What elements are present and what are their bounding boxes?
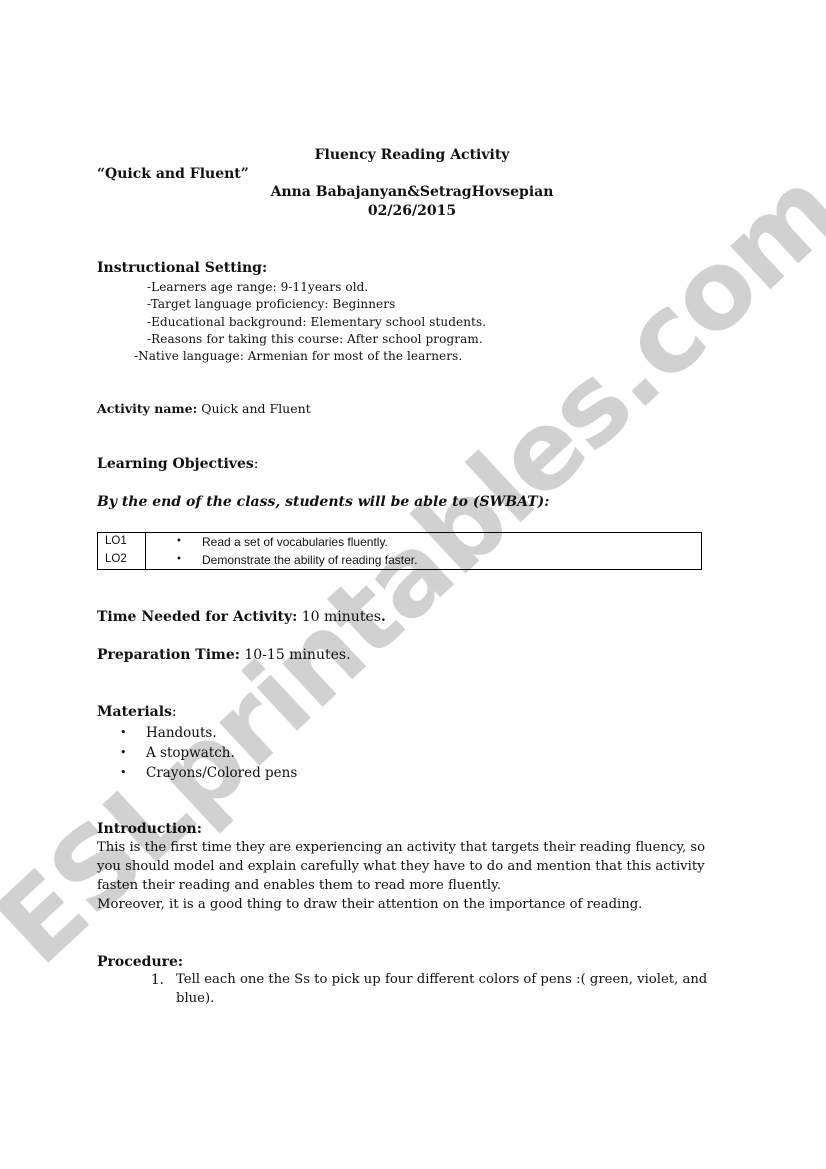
document-page: ESLprintables.com Fluency Reading Activi… bbox=[0, 0, 826, 1169]
bullet-icon: • bbox=[176, 554, 182, 565]
materials-heading-line: Materials: bbox=[97, 704, 177, 720]
activity-name-label: Activity name: bbox=[97, 401, 198, 416]
introduction-line: you should model and explain carefully w… bbox=[97, 859, 705, 874]
preparation-time-value: 10-15 minutes. bbox=[239, 647, 351, 663]
setting-item-age: -Learners age range: 9-11years old. bbox=[147, 280, 369, 294]
bullet-icon: • bbox=[120, 766, 127, 779]
bullet-icon: • bbox=[120, 726, 127, 739]
objective-code-lo1: LO1 bbox=[105, 535, 127, 547]
document-authors: Anna Babajanyan&SetragHovsepian bbox=[270, 184, 554, 200]
procedure-heading: Procedure: bbox=[97, 954, 184, 970]
document-subtitle: “Quick and Fluent” bbox=[97, 166, 249, 182]
introduction-line: This is the first time they are experien… bbox=[97, 840, 706, 855]
introduction-line: Moreover, it is a good thing to draw the… bbox=[97, 897, 643, 912]
procedure-step-number: 1. bbox=[151, 972, 164, 988]
document-date: 02/26/2015 bbox=[367, 203, 457, 219]
material-item: Handouts. bbox=[146, 725, 217, 741]
setting-item-native-language: -Native language: Armenian for most of t… bbox=[134, 349, 463, 363]
activity-name-line: Activity name: Quick and Fluent bbox=[97, 401, 311, 416]
objective-text-lo1: Read a set of vocabularies fluently. bbox=[202, 535, 388, 549]
materials-colon: : bbox=[171, 704, 177, 720]
bullet-icon: • bbox=[120, 746, 127, 759]
procedure-step-line: Tell each one the Ss to pick up four dif… bbox=[176, 972, 708, 987]
time-needed-line: Time Needed for Activity: 10 minutes. bbox=[97, 609, 386, 625]
time-needed-period: . bbox=[380, 609, 386, 625]
setting-item-proficiency: -Target language proficiency: Beginners bbox=[147, 297, 396, 311]
objective-text-lo2: Demonstrate the ability of reading faste… bbox=[202, 553, 418, 567]
setting-item-background: -Educational background: Elementary scho… bbox=[147, 315, 487, 329]
material-item: A stopwatch. bbox=[146, 745, 235, 761]
time-needed-label: Time Needed for Activity: bbox=[97, 609, 298, 625]
learning-objectives-heading-line: Learning Objectives: bbox=[97, 456, 258, 472]
material-item: Crayons/Colored pens bbox=[146, 765, 298, 781]
activity-name-value: Quick and Fluent bbox=[197, 401, 311, 416]
bullet-icon: • bbox=[176, 536, 182, 547]
document-title: Fluency Reading Activity bbox=[314, 147, 510, 163]
procedure-step-line: blue). bbox=[176, 991, 215, 1006]
learning-objectives-colon: : bbox=[253, 456, 259, 472]
objectives-table: LO1 • Read a set of vocabularies fluentl… bbox=[97, 532, 702, 570]
objective-code-lo2: LO2 bbox=[105, 553, 127, 565]
introduction-heading: Introduction: bbox=[97, 821, 202, 837]
preparation-time-line: Preparation Time: 10-15 minutes. bbox=[97, 647, 351, 663]
learning-objectives-heading: Learning Objectives bbox=[97, 456, 254, 472]
swbat-statement: By the end of the class, students will b… bbox=[97, 494, 550, 510]
preparation-time-label: Preparation Time: bbox=[97, 647, 240, 663]
setting-item-reasons: -Reasons for taking this course: After s… bbox=[147, 332, 483, 346]
document-content: Fluency Reading Activity “Quick and Flue… bbox=[0, 0, 826, 1169]
materials-heading: Materials bbox=[97, 704, 172, 720]
introduction-line: fasten their reading and enables them to… bbox=[97, 878, 502, 893]
instructional-setting-heading: Instructional Setting: bbox=[97, 260, 268, 276]
time-needed-value: 10 minutes bbox=[297, 609, 381, 625]
